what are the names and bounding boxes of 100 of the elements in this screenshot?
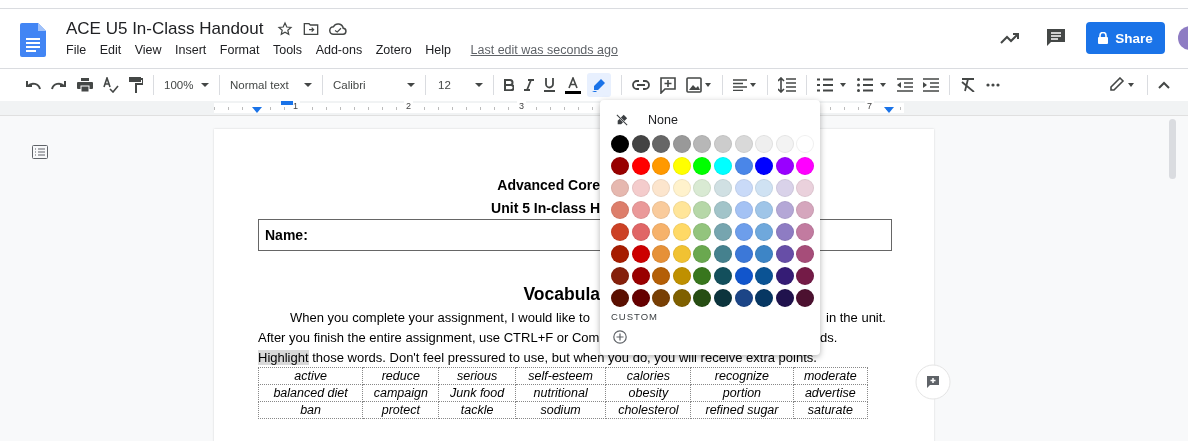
color-swatch[interactable] bbox=[611, 223, 629, 241]
menu-item[interactable]: Tools bbox=[272, 43, 303, 57]
color-swatch[interactable] bbox=[631, 201, 650, 219]
color-swatch[interactable] bbox=[775, 267, 794, 285]
color-swatch[interactable] bbox=[631, 135, 650, 153]
color-swatch[interactable] bbox=[672, 135, 691, 153]
color-swatch[interactable] bbox=[755, 223, 774, 241]
color-swatch[interactable] bbox=[734, 157, 753, 175]
bulleted-list-icon[interactable] bbox=[857, 78, 887, 92]
color-swatch[interactable] bbox=[631, 179, 650, 197]
color-swatch[interactable] bbox=[713, 223, 732, 241]
color-swatch[interactable] bbox=[713, 201, 732, 219]
color-swatch[interactable] bbox=[796, 267, 815, 285]
color-swatch[interactable] bbox=[652, 267, 671, 285]
color-swatch[interactable] bbox=[734, 201, 753, 219]
none-option[interactable]: None bbox=[648, 113, 678, 127]
color-swatch[interactable] bbox=[713, 157, 732, 175]
menu-item[interactable]: Help bbox=[425, 43, 452, 57]
color-swatch[interactable] bbox=[611, 267, 629, 285]
color-swatch[interactable] bbox=[631, 267, 650, 285]
increase-indent-icon[interactable] bbox=[923, 78, 939, 92]
print-icon[interactable] bbox=[77, 78, 93, 92]
color-swatch[interactable] bbox=[713, 289, 732, 307]
color-swatch[interactable] bbox=[672, 157, 691, 175]
docs-logo-icon[interactable] bbox=[20, 23, 46, 57]
add-comment-icon[interactable] bbox=[660, 76, 676, 94]
color-swatch[interactable] bbox=[672, 245, 691, 263]
color-swatch[interactable] bbox=[775, 179, 794, 197]
color-swatch[interactable] bbox=[755, 267, 774, 285]
color-swatch[interactable] bbox=[611, 245, 629, 263]
color-swatch[interactable] bbox=[693, 179, 712, 197]
color-swatch[interactable] bbox=[713, 245, 732, 263]
color-swatch[interactable] bbox=[734, 135, 753, 153]
color-swatch[interactable] bbox=[796, 179, 815, 197]
color-swatch[interactable] bbox=[775, 289, 794, 307]
color-swatch[interactable] bbox=[796, 289, 815, 307]
color-swatch[interactable] bbox=[672, 223, 691, 241]
star-icon[interactable] bbox=[277, 21, 294, 37]
color-swatch[interactable] bbox=[652, 135, 671, 153]
color-swatch[interactable] bbox=[755, 135, 774, 153]
paint-format-icon[interactable] bbox=[129, 77, 143, 93]
folder-icon[interactable] bbox=[303, 22, 320, 36]
color-swatch[interactable] bbox=[631, 289, 650, 307]
color-swatch[interactable] bbox=[611, 157, 629, 175]
bold-icon[interactable] bbox=[504, 79, 514, 91]
menu-item[interactable]: Edit bbox=[99, 43, 122, 57]
clear-formatting-icon[interactable] bbox=[960, 78, 976, 92]
color-swatch[interactable] bbox=[631, 157, 650, 175]
menu-item[interactable]: View bbox=[134, 43, 162, 57]
menu-item[interactable]: Insert bbox=[175, 43, 207, 57]
color-swatch[interactable] bbox=[652, 223, 671, 241]
italic-icon[interactable] bbox=[524, 79, 534, 91]
decrease-indent-icon[interactable] bbox=[897, 78, 913, 92]
link-icon[interactable] bbox=[632, 80, 650, 90]
color-swatch[interactable] bbox=[693, 267, 712, 285]
color-swatch[interactable] bbox=[611, 201, 629, 219]
color-swatch[interactable] bbox=[713, 179, 732, 197]
color-swatch[interactable] bbox=[693, 201, 712, 219]
color-swatch[interactable] bbox=[775, 223, 794, 241]
align-dropdown-icon[interactable] bbox=[733, 79, 757, 91]
color-swatch[interactable] bbox=[796, 245, 815, 263]
pencil-dropdown-icon[interactable] bbox=[1109, 77, 1137, 93]
color-swatch[interactable] bbox=[693, 135, 712, 153]
menu-item[interactable]: Zotero bbox=[375, 43, 412, 57]
right-indent-marker-icon[interactable] bbox=[884, 107, 894, 113]
undo-icon[interactable] bbox=[25, 80, 41, 90]
collapse-icon[interactable] bbox=[1158, 81, 1170, 89]
menu-item[interactable]: File bbox=[66, 43, 87, 57]
color-swatch[interactable] bbox=[652, 179, 671, 197]
left-indent-marker-icon[interactable] bbox=[252, 107, 262, 113]
color-swatch[interactable] bbox=[755, 289, 774, 307]
no-highlight-icon[interactable] bbox=[616, 114, 628, 126]
color-swatch[interactable] bbox=[775, 201, 794, 219]
color-swatch[interactable] bbox=[693, 289, 712, 307]
color-swatch[interactable] bbox=[734, 245, 753, 263]
highlight-button[interactable] bbox=[587, 73, 611, 97]
color-swatch[interactable] bbox=[734, 179, 753, 197]
line-spacing-icon[interactable] bbox=[778, 77, 796, 93]
color-swatch[interactable] bbox=[693, 245, 712, 263]
color-swatch[interactable] bbox=[611, 179, 629, 197]
text-color-icon[interactable] bbox=[565, 76, 581, 94]
color-swatch[interactable] bbox=[672, 179, 691, 197]
style-dropdown[interactable]: Normal text bbox=[230, 79, 312, 91]
color-swatch[interactable] bbox=[796, 201, 815, 219]
image-dropdown-icon[interactable] bbox=[686, 77, 712, 93]
font-dropdown[interactable]: Calibri bbox=[333, 79, 415, 91]
color-swatch[interactable] bbox=[611, 289, 629, 307]
scrollbar-thumb[interactable] bbox=[1169, 119, 1176, 179]
document-outline-icon[interactable] bbox=[32, 145, 48, 159]
first-line-indent-marker-icon[interactable] bbox=[281, 101, 293, 105]
menu-item[interactable]: Add-ons bbox=[315, 43, 363, 57]
avatar-icon[interactable] bbox=[1178, 26, 1188, 50]
cloud-icon[interactable] bbox=[329, 22, 348, 36]
more-icon[interactable] bbox=[986, 83, 1000, 87]
color-swatch[interactable] bbox=[652, 289, 671, 307]
color-swatch[interactable] bbox=[652, 157, 671, 175]
color-swatch[interactable] bbox=[672, 289, 691, 307]
color-swatch[interactable] bbox=[734, 267, 753, 285]
color-swatch[interactable] bbox=[796, 223, 815, 241]
color-swatch[interactable] bbox=[796, 157, 815, 175]
